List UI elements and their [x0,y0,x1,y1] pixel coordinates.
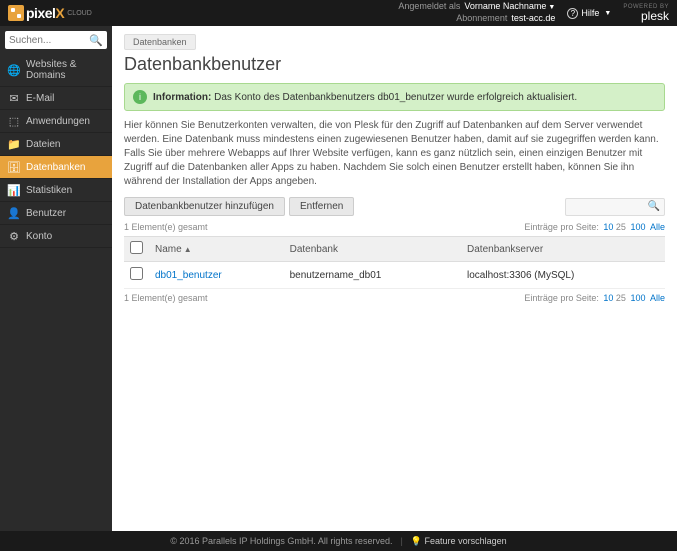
info-icon: i [133,90,147,104]
pager-top: Einträge pro Seite: 10 25 100 Alle [524,222,665,232]
help-icon: ? [567,8,578,19]
total-count-bottom: 1 Element(e) gesamt [124,293,208,303]
sidebar-item-label: Datenbanken [26,162,86,173]
row-checkbox[interactable] [130,267,143,280]
logo-cloud-label: CLOUD [67,10,92,17]
pager-10[interactable]: 10 [603,293,613,303]
logo-text: pixelX [26,5,64,21]
pager-all[interactable]: Alle [650,293,665,303]
main-content: Datenbanken Datenbankbenutzer i Informat… [112,26,677,531]
copyright: © 2016 Parallels IP Holdings GmbH. All r… [170,536,392,546]
toolbar: Datenbankbenutzer hinzufügen Entfernen 🔍 [124,197,665,216]
sidebar-item-apps[interactable]: ⬚ Anwendungen [0,110,112,133]
add-user-button[interactable]: Datenbankbenutzer hinzufügen [124,197,285,216]
list-meta-bottom: 1 Element(e) gesamt Einträge pro Seite: … [124,293,665,303]
sidebar-item-label: Anwendungen [26,116,90,127]
sidebar-item-label: E-Mail [26,93,54,104]
database-icon: 🗄 [8,161,20,173]
pager-all[interactable]: Alle [650,222,665,232]
list-meta-top: 1 Element(e) gesamt Einträge pro Seite: … [124,222,665,232]
pager-25: 25 [616,293,626,303]
pager-10[interactable]: 10 [603,222,613,232]
table-search: 🔍 [565,198,665,216]
logo-icon [8,5,24,21]
cell-database: benutzername_db01 [284,262,461,289]
user-name-link[interactable]: db01_benutzer [155,270,222,281]
pager-25: 25 [616,222,626,232]
chart-icon: 📊 [8,184,20,196]
mail-icon: ✉ [8,92,20,104]
col-database[interactable]: Datenbank [284,237,461,262]
sidebar-item-label: Dateien [26,139,60,150]
select-all-checkbox[interactable] [130,241,143,254]
sidebar-item-label: Websites & Domains [26,59,104,81]
remove-button[interactable]: Entfernen [289,197,354,216]
sidebar: 🔍 🌐 Websites & Domains ✉ E-Mail ⬚ Anwendung… [0,26,112,531]
subscription-link[interactable]: test-acc.de [511,13,555,25]
cell-server: localhost:3306 (MySQL) [461,262,665,289]
col-server[interactable]: Datenbankserver [461,237,665,262]
breadcrumb: Datenbanken [124,34,665,50]
folder-icon: 📁 [8,138,20,150]
sidebar-item-statistics[interactable]: 📊 Statistiken [0,179,112,202]
total-count: 1 Element(e) gesamt [124,222,208,232]
table-search-input[interactable] [570,201,648,212]
col-name[interactable]: Name▲ [149,237,284,262]
pager-bottom: Einträge pro Seite: 10 25 100 Alle [524,293,665,303]
sidebar-item-databases[interactable]: 🗄 Datenbanken [0,156,112,179]
logged-in-label: Angemeldet als [398,1,460,13]
plesk-badge: POWERED BY plesk [623,4,669,22]
user-icon: 👤 [8,207,20,219]
search-icon[interactable]: 🔍 [648,201,660,212]
chevron-down-icon: ▼ [604,10,611,17]
sidebar-item-label: Statistiken [26,185,72,196]
success-alert: i Information: Das Konto des Datenbankbe… [124,83,665,111]
pager-100[interactable]: 100 [630,222,645,232]
sidebar-item-email[interactable]: ✉ E-Mail [0,87,112,110]
help-menu[interactable]: ? Hilfe ▼ [567,8,611,19]
chevron-down-icon: ▼ [548,4,555,11]
select-all-header [124,237,149,262]
table-row: db01_benutzer benutzername_db01 localhos… [124,262,665,289]
sidebar-item-users[interactable]: 👤 Benutzer [0,202,112,225]
breadcrumb-databases[interactable]: Datenbanken [124,34,196,50]
apps-icon: ⬚ [8,115,20,127]
logo[interactable]: pixelX CLOUD [8,5,92,21]
page-title: Datenbankbenutzer [124,54,665,75]
alert-text: Information: Das Konto des Datenbankbenu… [153,92,577,103]
sidebar-item-label: Benutzer [26,208,66,219]
sort-asc-icon: ▲ [184,245,192,254]
pager-100[interactable]: 100 [630,293,645,303]
sidebar-item-account[interactable]: ⚙ Konto [0,225,112,248]
sidebar-item-files[interactable]: 📁 Dateien [0,133,112,156]
sidebar-item-label: Konto [26,231,52,242]
subscription-label: Abonnement [456,13,507,25]
user-name-link[interactable]: Vorname Nachname▼ [464,1,555,13]
search-icon[interactable]: 🔍 [89,34,103,47]
account-info: Angemeldet als Vorname Nachname▼ Abonnem… [398,1,555,24]
footer: © 2016 Parallels IP Holdings GmbH. All r… [0,531,677,551]
page-description: Hier können Sie Benutzerkonten verwalten… [124,119,665,189]
top-header: pixelX CLOUD Angemeldet als Vorname Nach… [0,0,677,26]
search-input[interactable] [9,35,89,46]
lightbulb-icon: 💡 [411,536,422,546]
users-table: Name▲ Datenbank Datenbankserver db01_ben… [124,236,665,289]
sidebar-item-websites[interactable]: 🌐 Websites & Domains [0,54,112,87]
nav-list: 🌐 Websites & Domains ✉ E-Mail ⬚ Anwendungen… [0,54,112,248]
suggest-feature-link[interactable]: 💡 Feature vorschlagen [411,536,507,547]
globe-icon: 🌐 [8,64,20,76]
sidebar-search: 🔍 [0,26,112,54]
gear-icon: ⚙ [8,230,20,242]
